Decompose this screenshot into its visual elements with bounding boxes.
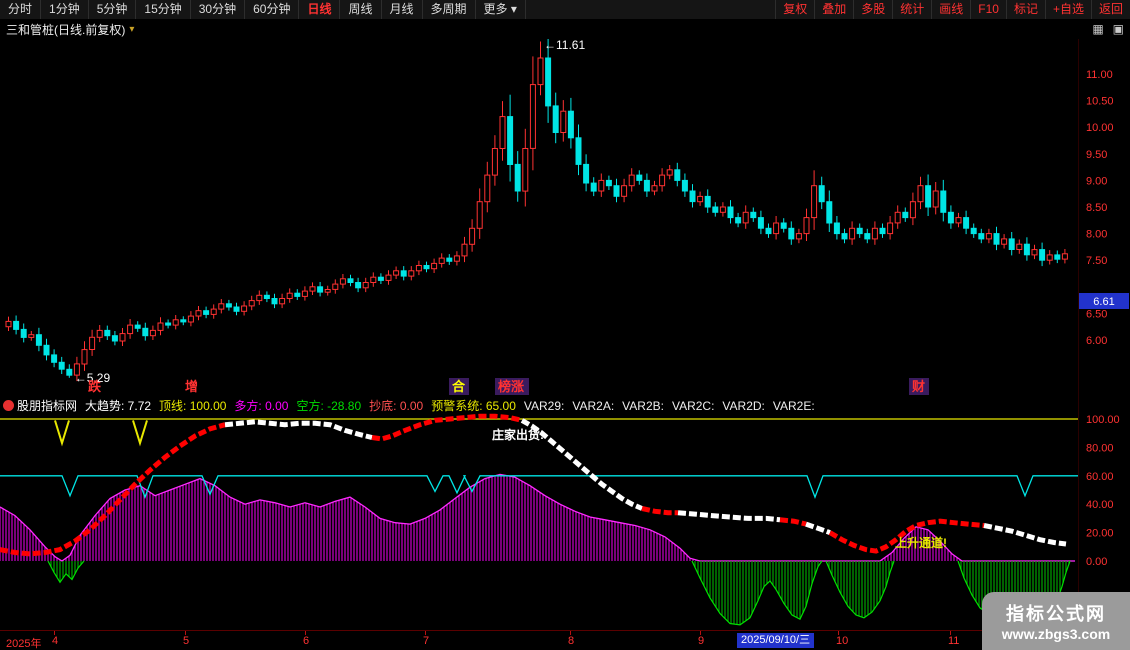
toolbar-action-5[interactable]: F10 <box>970 0 1006 19</box>
indicator-panel: 股朋指标网 大趋势: 7.72顶线: 100.00多方: 0.00空方: -28… <box>0 396 1130 630</box>
axis-tick <box>570 631 571 635</box>
top-toolbar: 分时1分钟5分钟15分钟30分钟60分钟日线周线月线多周期更多 ▾ 复权叠加多股… <box>0 0 1130 19</box>
period-tabs: 分时1分钟5分钟15分钟30分钟60分钟日线周线月线多周期更多 ▾ <box>0 0 526 19</box>
main-price-chart[interactable]: 11.0010.5010.009.509.008.508.007.506.506… <box>0 39 1130 396</box>
svg-text:60.00: 60.00 <box>1086 471 1114 483</box>
period-tab-5[interactable]: 60分钟 <box>245 0 299 19</box>
axis-date-label-4: 7 <box>423 635 429 647</box>
toolbar-action-4[interactable]: 画线 <box>931 0 970 19</box>
svg-text:合: 合 <box>452 379 466 394</box>
grid-layout-icon[interactable]: ▦ <box>1092 22 1103 36</box>
svg-text:6.00: 6.00 <box>1086 335 1107 347</box>
period-tab-9[interactable]: 多周期 <box>423 0 476 19</box>
period-tab-7[interactable]: 周线 <box>340 0 381 19</box>
svg-text:0.00: 0.00 <box>1086 556 1107 568</box>
watermark-line2: www.zbgs3.com <box>1002 626 1110 642</box>
toolbar-action-3[interactable]: 统计 <box>892 0 931 19</box>
chart-tags: 跌 增 合 榜涨 财 <box>88 378 929 395</box>
svg-text:6.61: 6.61 <box>1093 296 1114 308</box>
period-tab-8[interactable]: 月线 <box>382 0 423 19</box>
axis-date-label-0: 2025年 <box>6 635 41 650</box>
toolbar-actions: 复权叠加多股统计画线F10标记+自选返回 <box>775 0 1130 19</box>
svg-text:上升通道!: 上升通道! <box>895 535 947 550</box>
indicator-y-axis-labels: 100.00 80.00 60.00 40.00 20.00 0.00 <box>1086 414 1120 568</box>
axis-tick <box>425 631 426 635</box>
svg-text:增: 增 <box>185 379 198 394</box>
svg-text:11.00: 11.00 <box>1086 69 1113 81</box>
candlestick-series <box>6 39 1067 381</box>
green-area-series <box>48 561 1070 625</box>
title-caret-icon[interactable]: ▾ <box>129 24 134 35</box>
window-icon[interactable]: ▣ <box>1113 22 1124 36</box>
axis-tick <box>950 631 951 635</box>
axis-tick <box>305 631 306 635</box>
axis-date-label-3: 6 <box>303 635 309 647</box>
svg-text:6.50: 6.50 <box>1086 308 1107 320</box>
period-tab-2[interactable]: 5分钟 <box>89 0 137 19</box>
svg-text:40.00: 40.00 <box>1086 499 1114 511</box>
svg-text:10.50: 10.50 <box>1086 96 1114 108</box>
svg-text:10.00: 10.00 <box>1086 122 1114 134</box>
toolbar-action-0[interactable]: 复权 <box>775 0 814 19</box>
svg-text:80.00: 80.00 <box>1086 442 1114 454</box>
period-tab-6[interactable]: 日线 <box>299 0 340 19</box>
axis-date-label-2: 5 <box>183 635 189 647</box>
toolbar-action-8[interactable]: 返回 <box>1091 0 1130 19</box>
svg-text:8.50: 8.50 <box>1086 202 1107 214</box>
toolbar-action-2[interactable]: 多股 <box>853 0 892 19</box>
watermark: 指标公式网 www.zbgs3.com <box>982 592 1130 650</box>
axis-date-label-6: 9 <box>698 635 704 647</box>
axis-date-label-5: 8 <box>568 635 574 647</box>
current-price-badge: 6.61 <box>1079 293 1129 309</box>
period-tab-3[interactable]: 15分钟 <box>136 0 190 19</box>
axis-tick <box>700 631 701 635</box>
toolbar-action-6[interactable]: 标记 <box>1006 0 1045 19</box>
svg-text:9.00: 9.00 <box>1086 175 1107 187</box>
period-tab-10[interactable]: 更多 ▾ <box>476 0 526 19</box>
svg-text:财: 财 <box>912 379 925 394</box>
period-tab-0[interactable]: 分时 <box>0 0 41 19</box>
selected-date-label: 2025/09/10/三 <box>737 633 814 648</box>
svg-text:7.50: 7.50 <box>1086 255 1107 267</box>
sell-signal-marks <box>55 420 147 443</box>
svg-text:100.00: 100.00 <box>1086 414 1120 426</box>
axis-tick <box>185 631 186 635</box>
axis-date-label-8: 11 <box>948 635 959 647</box>
svg-text:庄家出货!: 庄家出货! <box>492 427 544 442</box>
indicator-annotations: 庄家出货! 上升通道! <box>492 427 947 550</box>
axis-tick <box>838 631 839 635</box>
titlebar-icons: ▦▣ <box>1092 22 1124 36</box>
title-bar: 三和管桩(日线.前复权) ▾ ▦▣ <box>0 19 1130 39</box>
toolbar-action-1[interactable]: 叠加 <box>814 0 853 19</box>
svg-text:20.00: 20.00 <box>1086 528 1114 540</box>
svg-text:9.50: 9.50 <box>1086 149 1107 161</box>
watermark-line1: 指标公式网 <box>1006 600 1106 626</box>
high-annotation: ←11.61 <box>544 39 585 52</box>
svg-text:8.00: 8.00 <box>1086 229 1107 241</box>
stock-title: 三和管桩(日线.前复权) <box>6 21 125 38</box>
svg-text:榜涨: 榜涨 <box>498 379 524 394</box>
svg-text:跌: 跌 <box>88 379 102 394</box>
period-tab-4[interactable]: 30分钟 <box>191 0 245 19</box>
time-axis[interactable]: 2025年 4 5 6 7 8 9 10 11 2025/09/10/三 <box>0 630 1130 650</box>
period-tab-1[interactable]: 1分钟 <box>41 0 89 19</box>
indicator-chart[interactable]: 庄家出货! 上升通道! 100.00 80.00 60.00 40.00 20.00 0.00 <box>0 396 1130 630</box>
axis-tick <box>54 631 55 635</box>
axis-date-label-7: 10 <box>836 635 848 647</box>
toolbar-action-7[interactable]: +自选 <box>1045 0 1091 19</box>
axis-date-label-1: 4 <box>52 635 58 647</box>
